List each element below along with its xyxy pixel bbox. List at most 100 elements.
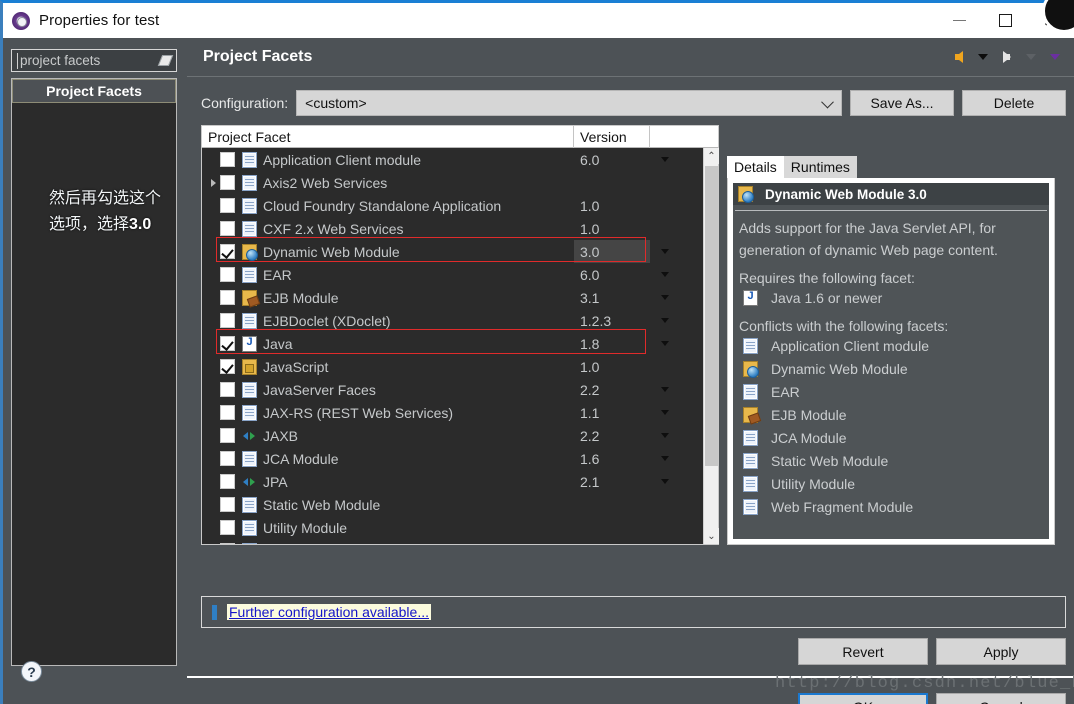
facet-checkbox[interactable] [220, 244, 235, 259]
facet-checkbox[interactable] [220, 359, 235, 374]
version-chevron-down-icon[interactable] [650, 332, 680, 355]
maximize-icon[interactable] [982, 3, 1028, 38]
facet-name-cell[interactable]: Static Web Module [202, 493, 574, 516]
table-row[interactable]: Axis2 Web Services [202, 171, 718, 194]
table-scrollbar[interactable]: ⌃ ⌄ [703, 148, 719, 544]
minimize-icon[interactable] [936, 3, 982, 38]
table-row[interactable]: JAXB 2.2 [202, 424, 718, 447]
version-chevron-down-icon[interactable] [650, 148, 680, 171]
help-icon[interactable]: ? [21, 661, 42, 682]
revert-button[interactable]: Revert [798, 638, 928, 665]
facet-name-cell[interactable]: JavaServer Faces [202, 378, 574, 401]
facet-name-cell[interactable]: JAXB [202, 424, 574, 447]
facet-version-cell[interactable]: 1.8 [574, 332, 650, 355]
facet-checkbox[interactable] [220, 267, 235, 282]
facet-version-cell[interactable] [574, 516, 650, 539]
facet-version-cell[interactable]: 3.1 [574, 286, 650, 309]
table-row[interactable]: Cloud Foundry Standalone Application 1.0 [202, 194, 718, 217]
facet-version-cell[interactable]: 1.0 [574, 355, 650, 378]
facet-name-cell[interactable]: Web Fragment Module [202, 539, 574, 544]
version-chevron-down-icon[interactable] [650, 286, 680, 309]
facet-checkbox[interactable] [220, 290, 235, 305]
facet-name-cell[interactable]: JPA [202, 470, 574, 493]
facet-name-cell[interactable]: Cloud Foundry Standalone Application [202, 194, 574, 217]
table-row[interactable]: Dynamic Web Module 3.0 [202, 240, 718, 263]
tab-runtimes[interactable]: Runtimes [783, 156, 857, 178]
table-row[interactable]: Utility Module [202, 516, 718, 539]
facet-checkbox[interactable] [220, 497, 235, 512]
version-chevron-down-icon[interactable] [650, 401, 680, 424]
table-body[interactable]: Application Client module 6.0 Axis2 Web Se… [202, 148, 718, 544]
apply-button[interactable]: Apply [936, 638, 1066, 665]
facet-checkbox[interactable] [220, 451, 235, 466]
forward-history-chevron-down-icon[interactable] [1020, 45, 1042, 69]
facet-checkbox[interactable] [220, 221, 235, 236]
configuration-select[interactable]: <custom> [296, 90, 842, 116]
table-row[interactable]: JavaScript 1.0 [202, 355, 718, 378]
table-row[interactable]: JAX-RS (REST Web Services) 1.1 [202, 401, 718, 424]
version-chevron-down-icon[interactable] [650, 424, 680, 447]
facet-name-cell[interactable]: JavaScript [202, 355, 574, 378]
facet-name-cell[interactable]: Dynamic Web Module [202, 240, 574, 263]
arrow-right-icon[interactable] [996, 45, 1018, 69]
version-chevron-down-icon[interactable] [650, 309, 680, 332]
tab-details[interactable]: Details [727, 156, 784, 178]
table-row[interactable]: Java 1.8 [202, 332, 718, 355]
facet-version-cell[interactable]: 1.2.3 [574, 309, 650, 332]
facet-checkbox[interactable] [220, 175, 235, 190]
facet-name-cell[interactable]: Java [202, 332, 574, 355]
table-row[interactable]: Web Fragment Module 3.0 [202, 539, 718, 544]
facet-version-cell[interactable]: 3.0 [574, 240, 650, 263]
save-as-button[interactable]: Save As... [850, 90, 954, 116]
facet-name-cell[interactable]: EAR [202, 263, 574, 286]
facet-checkbox[interactable] [220, 313, 235, 328]
facet-version-cell[interactable]: 1.1 [574, 401, 650, 424]
facet-version-cell[interactable]: 3.0 [574, 539, 650, 545]
facet-version-cell[interactable]: 2.2 [574, 424, 650, 447]
facet-name-cell[interactable]: Utility Module [202, 516, 574, 539]
facet-checkbox[interactable] [220, 336, 235, 351]
table-row[interactable]: EAR 6.0 [202, 263, 718, 286]
facet-version-cell[interactable]: 1.6 [574, 447, 650, 470]
table-row[interactable]: Static Web Module [202, 493, 718, 516]
table-row[interactable]: EJB Module 3.1 [202, 286, 718, 309]
back-history-chevron-down-icon[interactable] [972, 45, 994, 69]
version-chevron-down-icon[interactable] [650, 447, 680, 470]
expand-triangle-icon[interactable] [206, 171, 220, 194]
table-row[interactable]: JPA 2.1 [202, 470, 718, 493]
facet-checkbox[interactable] [220, 474, 235, 489]
facet-checkbox[interactable] [220, 198, 235, 213]
version-chevron-down-icon[interactable] [650, 263, 680, 286]
arrow-left-icon[interactable] [948, 45, 970, 69]
facet-version-cell[interactable] [574, 493, 650, 516]
column-header-version[interactable]: Version [574, 126, 650, 148]
chevron-up-icon[interactable]: ⌃ [704, 148, 719, 164]
facet-version-cell[interactable]: 2.1 [574, 470, 650, 493]
facet-name-cell[interactable]: EJB Module [202, 286, 574, 309]
facet-checkbox[interactable] [220, 520, 235, 535]
scrollbar-thumb[interactable] [705, 166, 718, 466]
further-configuration-link[interactable]: Further configuration available... [227, 604, 431, 620]
version-chevron-down-icon[interactable] [650, 470, 680, 493]
cancel-button[interactable]: Cancel [936, 693, 1066, 704]
facet-version-cell[interactable]: 2.2 [574, 378, 650, 401]
facet-name-cell[interactable]: Application Client module [202, 148, 574, 171]
settings-tree[interactable]: Project Facets [11, 78, 177, 666]
ok-button[interactable]: OK [798, 693, 928, 704]
search-input[interactable]: project facets [11, 49, 177, 72]
facet-version-cell[interactable]: 6.0 [574, 148, 650, 171]
facet-checkbox[interactable] [220, 428, 235, 443]
facet-version-cell[interactable]: 6.0 [574, 263, 650, 286]
facet-checkbox[interactable] [220, 405, 235, 420]
table-row[interactable]: JavaServer Faces 2.2 [202, 378, 718, 401]
more-menu-chevron-down-icon[interactable] [1044, 45, 1066, 69]
facet-checkbox[interactable] [220, 382, 235, 397]
facet-name-cell[interactable]: Axis2 Web Services [202, 171, 574, 194]
table-row[interactable]: Application Client module 6.0 [202, 148, 718, 171]
facet-name-cell[interactable]: EJBDoclet (XDoclet) [202, 309, 574, 332]
column-header-facet[interactable]: Project Facet [202, 126, 574, 148]
chevron-down-icon[interactable]: ⌄ [704, 528, 719, 544]
facet-version-cell[interactable]: 1.0 [574, 194, 650, 217]
sidebar-item-project-facets[interactable]: Project Facets [12, 79, 176, 103]
facet-checkbox[interactable] [220, 152, 235, 167]
